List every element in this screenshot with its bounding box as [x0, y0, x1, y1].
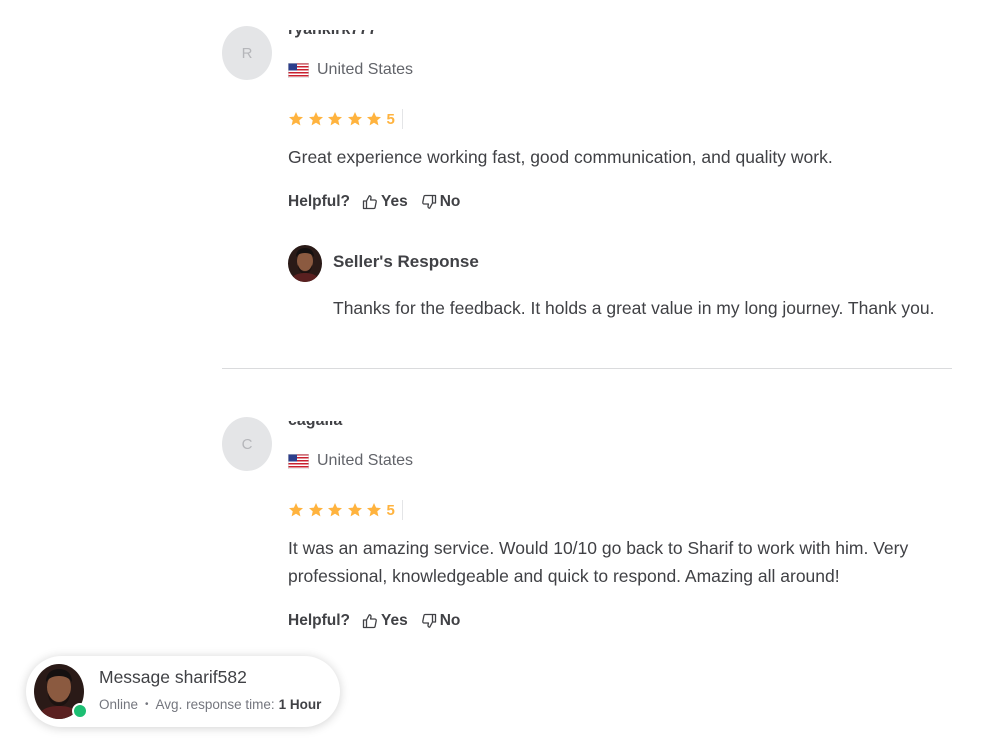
country-name: United States: [317, 61, 414, 78]
rating-separator: [401, 500, 403, 520]
us-flag-icon: [288, 62, 309, 78]
star-icon: [308, 112, 323, 126]
reviewer-country: United States: [288, 61, 413, 79]
thumbs-up-icon: [362, 614, 377, 629]
avg-response-value: 1 Hour: [278, 697, 322, 712]
reviewer-username-wrapper: ryankirk777: [288, 30, 408, 44]
reviewer-country: United States: [288, 452, 413, 470]
reviewer-username-wrapper: cagalla: [288, 421, 408, 435]
star-rating: 5: [288, 109, 403, 129]
message-title: Message sharif582: [99, 667, 247, 687]
thumbs-down-icon: [421, 613, 436, 628]
rating-separator: [401, 109, 403, 129]
star-icon: [367, 112, 381, 126]
seller-response-text: Thanks for the feedback. It holds a grea…: [333, 298, 935, 318]
star-rating: 5: [288, 500, 403, 520]
star-icon: [289, 112, 303, 126]
country-name: United States: [317, 452, 414, 469]
helpful-label: Helpful?: [288, 612, 350, 629]
reviewer-avatar: C: [222, 417, 272, 471]
yes-label: Yes: [381, 193, 408, 210]
message-status-line: Online • Avg. response time: 1 Hour: [99, 697, 321, 712]
reviews-page: R ryankirk777 United States 5: [0, 0, 1000, 750]
rating-score: 5: [386, 110, 395, 128]
star-icon: [328, 112, 342, 126]
yes-label: Yes: [381, 612, 408, 629]
reviewer-avatar: R: [222, 26, 272, 80]
online-status: Online: [99, 697, 139, 712]
seller-avatar: [34, 664, 88, 719]
star-icon: [347, 503, 362, 517]
star-icon: [289, 503, 303, 517]
helpful-bar: Helpful? Yes No: [288, 193, 473, 211]
review-text: Great experience working fast, good comm…: [288, 147, 833, 167]
bullet-separator: •: [145, 699, 149, 710]
us-flag-icon: [288, 453, 309, 469]
online-indicator: [72, 703, 88, 719]
reviewer-username[interactable]: ryankirk777: [288, 30, 377, 39]
reviewer-username[interactable]: cagalla: [288, 421, 342, 430]
rating-score: 5: [386, 501, 395, 519]
star-icon: [308, 503, 323, 517]
helpful-yes-button[interactable]: Yes: [362, 193, 408, 211]
helpful-label: Helpful?: [288, 193, 350, 210]
helpful-no-button[interactable]: No: [421, 193, 461, 211]
seller-response-title: Seller's Response: [333, 252, 479, 271]
helpful-no-button[interactable]: No: [421, 612, 461, 630]
message-seller-widget[interactable]: Message sharif582 Online • Avg. response…: [26, 656, 340, 727]
seller-avatar: [288, 245, 322, 282]
no-label: No: [439, 612, 461, 629]
no-label: No: [439, 193, 461, 210]
seller-avatar-image: [288, 245, 322, 282]
star-icon: [367, 503, 381, 517]
star-icon: [347, 112, 362, 126]
helpful-bar: Helpful? Yes No: [288, 612, 473, 630]
review-text: It was an amazing service. Would 10/10 g…: [288, 538, 909, 586]
thumbs-down-icon: [421, 194, 436, 209]
thumbs-up-icon: [362, 195, 377, 210]
helpful-yes-button[interactable]: Yes: [362, 612, 408, 630]
star-icon: [328, 503, 342, 517]
review-divider: [222, 368, 952, 369]
avg-response-label: Avg. response time:: [155, 697, 275, 712]
